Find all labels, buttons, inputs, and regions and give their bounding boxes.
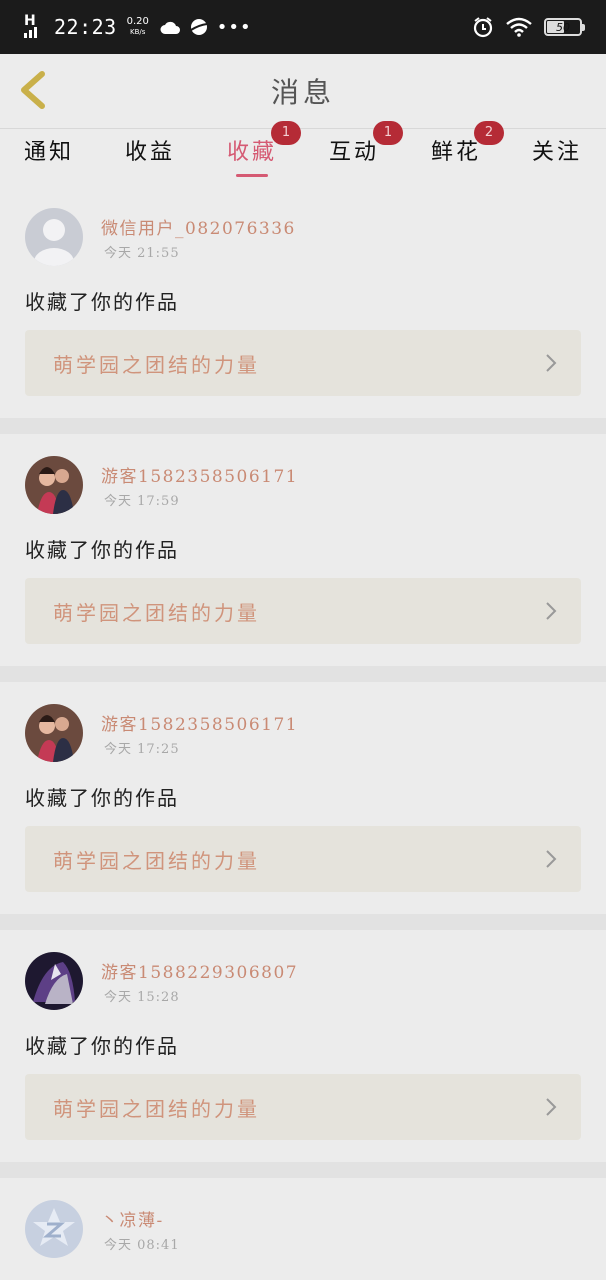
action-text: 收藏了你的作品 [25,1034,179,1058]
signal-icon: H [24,14,46,40]
status-bar: H 22:23 0.20 KB/s ••• 50 [0,0,606,54]
work-link[interactable]: 萌学园之团结的力量 [25,826,581,892]
action-text: 收藏了你的作品 [25,538,179,562]
username[interactable]: 微信用户_082076336 [101,214,296,239]
message-item: 游客1582358506171 今天 17:25 收藏了你的作品 萌学园之团结的… [0,682,606,914]
flowers-badge: 2 [474,121,504,145]
message-item: 游客1588229306807 今天 15:28 收藏了你的作品 萌学园之团结的… [0,930,606,1162]
timestamp: 今天 08:41 [104,1238,180,1253]
avatar[interactable] [25,704,83,762]
username[interactable]: 游客1588229306807 [101,958,298,983]
divider [0,914,606,930]
avatar[interactable] [25,1200,83,1258]
battery-icon: 50 [544,18,585,36]
message-item: 游客1582358506171 今天 17:59 收藏了你的作品 萌学园之团结的… [0,434,606,666]
work-title: 萌学园之团结的力量 [53,848,260,873]
message-item: 丶凉薄- 今天 08:41 [0,1178,606,1280]
divider [0,666,606,682]
network-type: H [24,13,36,29]
tab-favorites[interactable]: 收藏 1 [207,121,301,187]
chevron-right-icon [546,602,557,620]
more-notifications-icon: ••• [216,16,252,38]
avatar[interactable] [25,952,83,1010]
work-title: 萌学园之团结的力量 [53,1096,260,1121]
work-link[interactable]: 萌学园之团结的力量 [25,578,581,644]
page-title: 消息 [270,76,335,109]
battery-level: 50 [556,20,570,34]
divider [0,1162,606,1178]
work-link[interactable]: 萌学园之团结的力量 [25,1074,581,1140]
timestamp: 今天 17:59 [104,494,180,509]
clock: 22:23 [54,15,117,39]
timestamp: 今天 17:25 [104,742,180,757]
tab-earnings[interactable]: 收益 [105,129,195,187]
action-text: 收藏了你的作品 [25,786,179,810]
username[interactable]: 游客1582358506171 [101,710,298,735]
app-header: 消息 [0,54,606,128]
chevron-right-icon [546,850,557,868]
work-title: 萌学园之团结的力量 [53,600,260,625]
action-text: 收藏了你的作品 [25,290,179,314]
favorites-badge: 1 [271,121,301,145]
divider [0,418,606,434]
timestamp: 今天 21:55 [104,246,180,261]
work-title: 萌学园之团结的力量 [53,352,260,377]
message-list: 微信用户_082076336 今天 21:55 收藏了你的作品 萌学园之团结的力… [0,186,606,1280]
tab-notifications[interactable]: 通知 [4,129,94,187]
avatar[interactable] [25,208,83,266]
wifi-icon [506,17,532,37]
alarm-icon [473,17,493,38]
cloud-icon [160,21,180,34]
message-tabs: 通知 收益 收藏 1 互动 1 鲜花 2 关注 [0,121,606,187]
interactions-badge: 1 [373,121,403,145]
timestamp: 今天 15:28 [104,990,180,1005]
tab-following[interactable]: 关注 [512,129,602,187]
tab-flowers[interactable]: 鲜花 2 [411,121,504,187]
chevron-right-icon [546,1098,557,1116]
tab-interactions[interactable]: 互动 1 [309,121,403,187]
username[interactable]: 丶凉薄- [101,1206,164,1231]
avatar[interactable] [25,456,83,514]
back-button[interactable] [14,68,54,112]
username[interactable]: 游客1582358506171 [101,462,298,487]
work-link[interactable]: 萌学园之团结的力量 [25,330,581,396]
message-item: 微信用户_082076336 今天 21:55 收藏了你的作品 萌学园之团结的力… [0,186,606,418]
network-speed: 0.20 KB/s [126,16,149,36]
planet-icon [190,19,207,35]
chevron-right-icon [546,354,557,372]
